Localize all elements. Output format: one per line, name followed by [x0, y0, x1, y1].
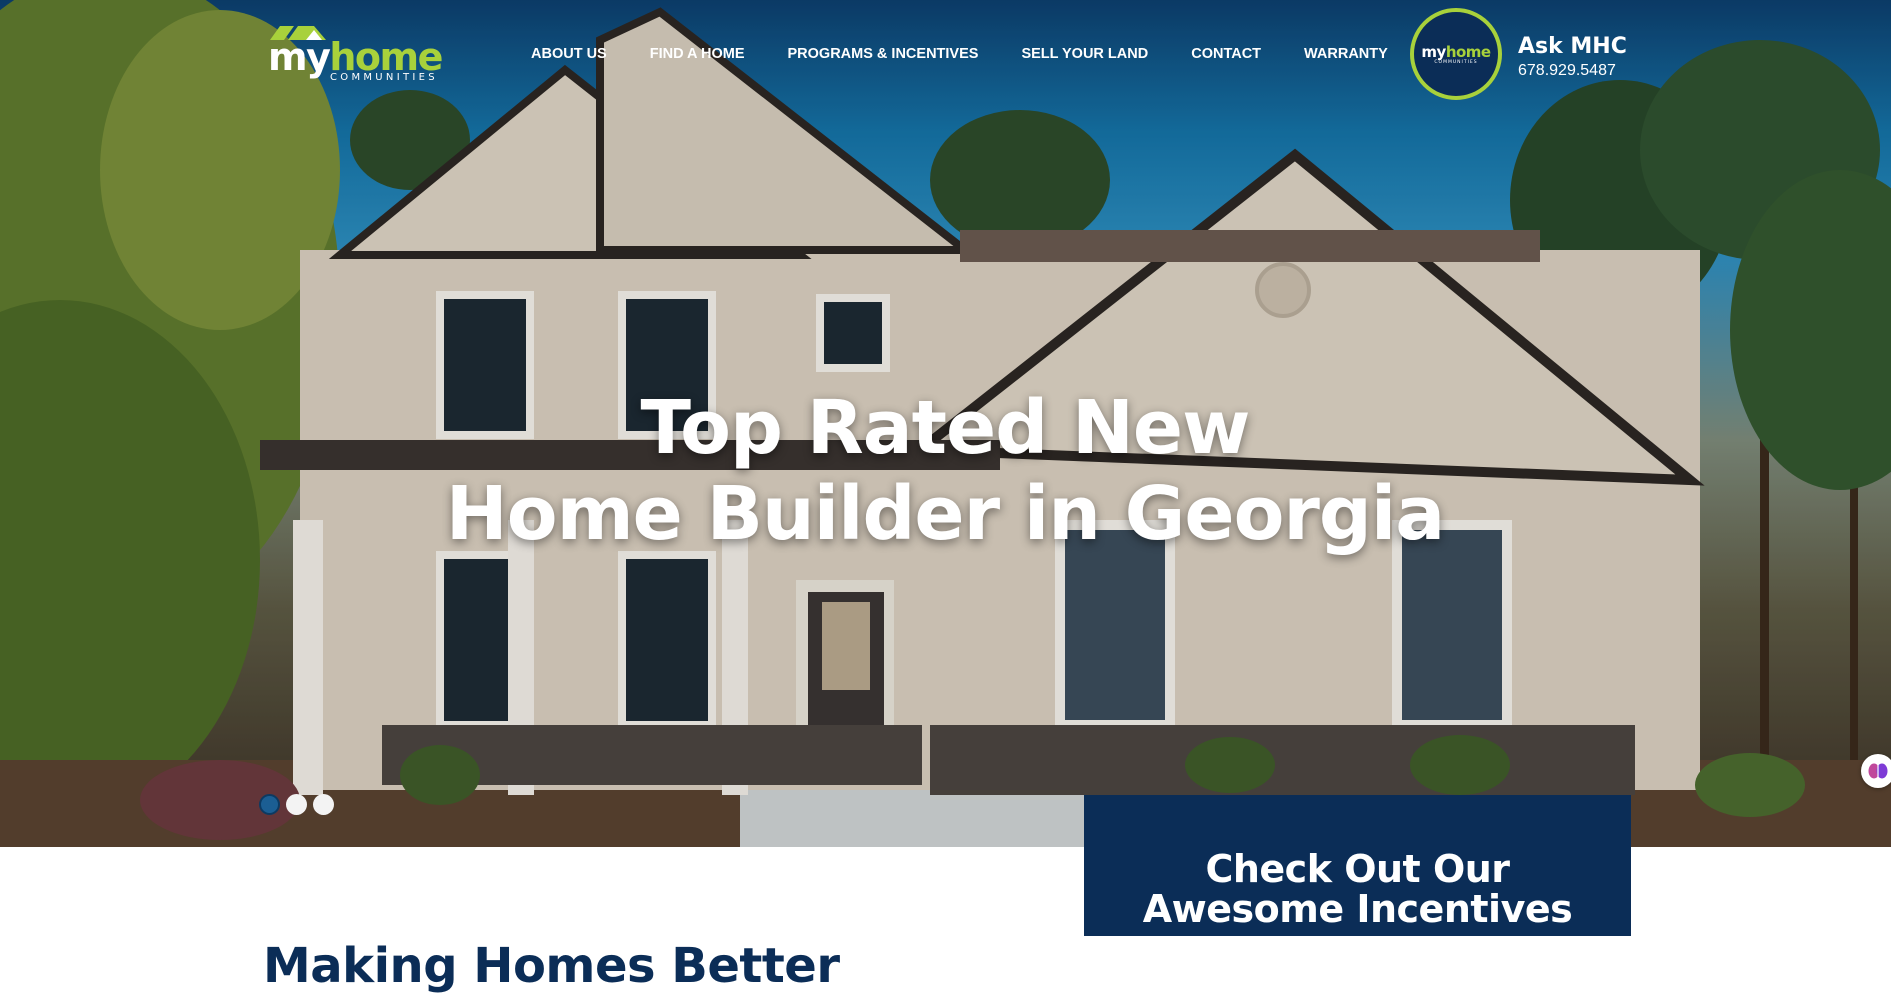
hero-title: Top Rated New Home Builder in Georgia	[420, 385, 1470, 557]
slider-dot-1[interactable]	[259, 794, 280, 815]
incentives-card[interactable]: Check Out Our Awesome Incentives	[1084, 795, 1631, 936]
intro-section-title: Making Homes Better	[263, 937, 840, 994]
hero-title-line1: Top Rated New	[640, 384, 1251, 471]
slider-dot-3[interactable]	[313, 794, 334, 815]
ask-badge-wordmark: myhome	[1421, 42, 1491, 61]
incentives-title-line2: Awesome Incentives	[1142, 887, 1573, 931]
ask-mhc-title[interactable]: Ask MHC	[1518, 34, 1627, 60]
nav-about-us[interactable]: ABOUT US	[531, 44, 607, 64]
ask-mhc-contact: Ask MHC 678.929.5487	[1518, 34, 1627, 81]
nav-contact[interactable]: CONTACT	[1191, 44, 1261, 64]
nav-sell-your-land[interactable]: SELL YOUR LAND	[1021, 44, 1148, 64]
brain-icon	[1868, 763, 1888, 779]
ask-badge-subtitle: COMMUNITIES	[1434, 59, 1478, 65]
side-widget-button[interactable]	[1861, 754, 1891, 788]
nav-warranty[interactable]: WARRANTY	[1304, 44, 1388, 64]
ask-mhc-phone[interactable]: 678.929.5487	[1518, 61, 1627, 81]
slider-dot-2[interactable]	[286, 794, 307, 815]
site-logo[interactable]: myhome COMMUNITIES	[268, 26, 443, 84]
slider-dots	[259, 794, 334, 815]
ask-badge-word-my: my	[1421, 42, 1446, 61]
nav-programs-incentives[interactable]: PROGRAMS & INCENTIVES	[788, 44, 979, 64]
logo-word-my: my	[268, 35, 331, 79]
hero-title-line2: Home Builder in Georgia	[445, 470, 1445, 557]
ask-mhc-badge[interactable]: myhome COMMUNITIES	[1410, 8, 1502, 100]
logo-subtitle: COMMUNITIES	[330, 72, 438, 83]
main-nav: ABOUT US FIND A HOME PROGRAMS & INCENTIV…	[531, 44, 1431, 64]
nav-find-a-home[interactable]: FIND A HOME	[650, 44, 745, 64]
ask-badge-word-home: home	[1445, 42, 1491, 61]
incentives-title-line1: Check Out Our	[1205, 847, 1510, 891]
incentives-title: Check Out Our Awesome Incentives	[1084, 849, 1631, 929]
